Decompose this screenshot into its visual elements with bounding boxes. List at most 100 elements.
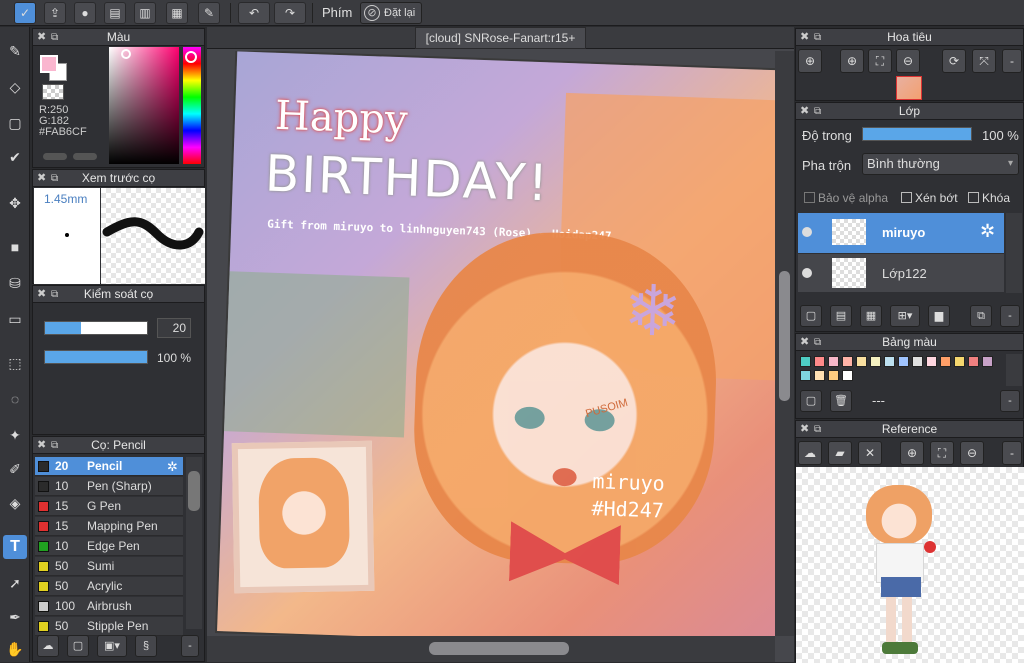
zoom-in-icon[interactable]: ⊕ [840,49,864,73]
duplicate-layer-icon[interactable]: ⧉ [970,305,992,327]
palette-swatch[interactable] [814,356,825,367]
close-icon[interactable]: ✖ [800,29,809,46]
layer-row-selected[interactable]: miruyo ✲ [798,213,1004,253]
brush-item[interactable]: 10 Edge Pen [35,537,183,556]
brush-tool-icon[interactable]: ✎ [3,39,27,63]
popout-icon[interactable]: ⧉ [51,286,58,303]
undo-icon[interactable]: ↶ [238,2,270,24]
text-tool-icon[interactable]: T [3,535,27,559]
visibility-icon[interactable] [802,268,812,278]
more-icon[interactable]: - [181,635,199,657]
blend-mode-select[interactable]: Bình thường ▾ [862,153,1019,175]
document-icon[interactable]: ▥ [134,2,156,24]
popout-icon[interactable]: ⧉ [51,437,58,454]
palette-swatch[interactable] [842,356,853,367]
brush-upload-icon[interactable]: ☁ [37,635,59,657]
lock-checkbox[interactable]: Khóa [968,191,1010,205]
brush-item-selected[interactable]: 20 Pencil ✲ [35,457,183,476]
chat-icon[interactable]: ● [74,2,96,24]
gear-icon[interactable]: ✲ [980,221,995,242]
canvas-vscrollbar[interactable] [775,51,794,636]
edit-icon[interactable]: ✎ [198,2,220,24]
folder-icon[interactable]: ▆ [928,305,950,327]
palette-swatch[interactable] [800,370,811,381]
brush-size-field[interactable]: 20 [157,318,191,338]
delete-palette-icon[interactable]: 🗑 [830,390,852,412]
canvas-hscrollbar[interactable] [207,636,775,662]
rectangle-tool-icon[interactable]: ▢ [3,111,27,135]
move-tool-icon[interactable]: ✥ [3,191,27,215]
palette-swatch[interactable] [814,370,825,381]
clipping-checkbox[interactable]: Xén bớt [901,191,958,205]
brush-size-slider[interactable] [44,321,148,335]
popout-icon[interactable]: ⧉ [51,170,58,187]
navigator-thumbnail[interactable] [896,76,922,100]
layer-row[interactable]: Lớp122 [798,254,1004,292]
new-palette-icon[interactable]: ▢ [800,390,822,412]
palette-swatch[interactable] [828,370,839,381]
magic-wand-tool-icon[interactable]: ✦ [3,423,27,447]
more-icon[interactable]: - [1000,390,1020,412]
close-reference-icon[interactable]: ✕ [858,441,882,465]
zoom-out-icon[interactable]: ⊖ [960,441,984,465]
palette-swatch[interactable] [870,356,881,367]
scroll-thumb[interactable] [188,471,200,511]
brush-item[interactable]: 50 Stipple Pen [35,617,183,636]
select-rect-tool-icon[interactable]: ⬚ [3,351,27,375]
redo-icon[interactable]: ↷ [274,2,306,24]
close-icon[interactable]: ✖ [800,334,809,351]
zoom-in-icon[interactable]: ⊕ [900,441,924,465]
palette-swatch[interactable] [800,356,811,367]
fit-window-icon[interactable]: ⛶ [868,49,892,73]
select-pen-tool-icon[interactable]: ✐ [3,457,27,481]
close-icon[interactable]: ✖ [37,170,46,187]
color-history-button[interactable] [73,153,97,160]
zoom-out-icon[interactable]: ⊖ [896,49,920,73]
brush-list-scrollbar[interactable] [186,457,202,629]
fill-shape-tool-icon[interactable]: ■ [3,235,27,259]
eyedropper-tool-icon[interactable]: ✒ [3,605,27,629]
palette-swatch[interactable] [898,356,909,367]
close-icon[interactable]: ✖ [800,103,809,120]
popout-icon[interactable]: ⧉ [814,29,821,46]
popout-icon[interactable]: ⧉ [814,334,821,351]
palette-swatch[interactable] [828,356,839,367]
hue-slider[interactable] [183,47,201,164]
hand-tool-icon[interactable]: ✋ [3,637,27,661]
palette-swatch[interactable] [954,356,965,367]
brush-script-icon[interactable]: § [135,635,157,657]
select-eraser-tool-icon[interactable]: ◈ [3,491,27,515]
visibility-icon[interactable] [802,227,812,237]
vscroll-thumb[interactable] [779,271,790,401]
brush-item[interactable]: 100 Airbrush [35,597,183,616]
zoom-fit-icon[interactable]: ⊕ [798,49,822,73]
new-halftone-layer-icon[interactable]: ▦ [860,305,882,327]
bucket-tool-icon[interactable]: ⛁ [3,271,27,295]
layers-scrollbar[interactable] [1006,213,1022,293]
popout-icon[interactable]: ⧉ [51,29,58,46]
comment-icon[interactable]: ▤ [104,2,126,24]
reset-button[interactable]: ⊘ Đặt lại [360,2,422,24]
rotate-icon[interactable]: ⟳ [942,49,966,73]
close-icon[interactable]: ✖ [37,286,46,303]
palette-swatch[interactable] [884,356,895,367]
palette-swatch[interactable] [912,356,923,367]
close-icon[interactable]: ✖ [37,437,46,454]
add-layer-menu-icon[interactable]: ⊞▾ [890,305,920,327]
grid-icon[interactable]: ▦ [166,2,188,24]
palette-swatch[interactable] [856,356,867,367]
open-folder-icon[interactable]: ▰ [828,441,852,465]
layer-opacity-slider[interactable] [862,127,972,141]
more-icon[interactable]: - [1000,305,1020,327]
gradient-tool-icon[interactable]: ▭ [3,307,27,331]
flip-icon[interactable]: ⤧ [972,49,996,73]
popout-icon[interactable]: ⧉ [814,421,821,438]
palette-swatch[interactable] [982,356,993,367]
palette-swatch[interactable] [842,370,853,381]
cloud-upload-icon[interactable]: ☁ [798,441,822,465]
more-icon[interactable]: - [1002,49,1022,73]
brush-opacity-slider[interactable] [44,350,148,364]
lasso-tool-icon[interactable]: ◌ [3,387,27,411]
canvas-viewport[interactable]: Happy BIRTHDAY! Gift from miruyo to linh… [207,51,775,636]
eraser-tool-icon[interactable]: ◇ [3,75,27,99]
